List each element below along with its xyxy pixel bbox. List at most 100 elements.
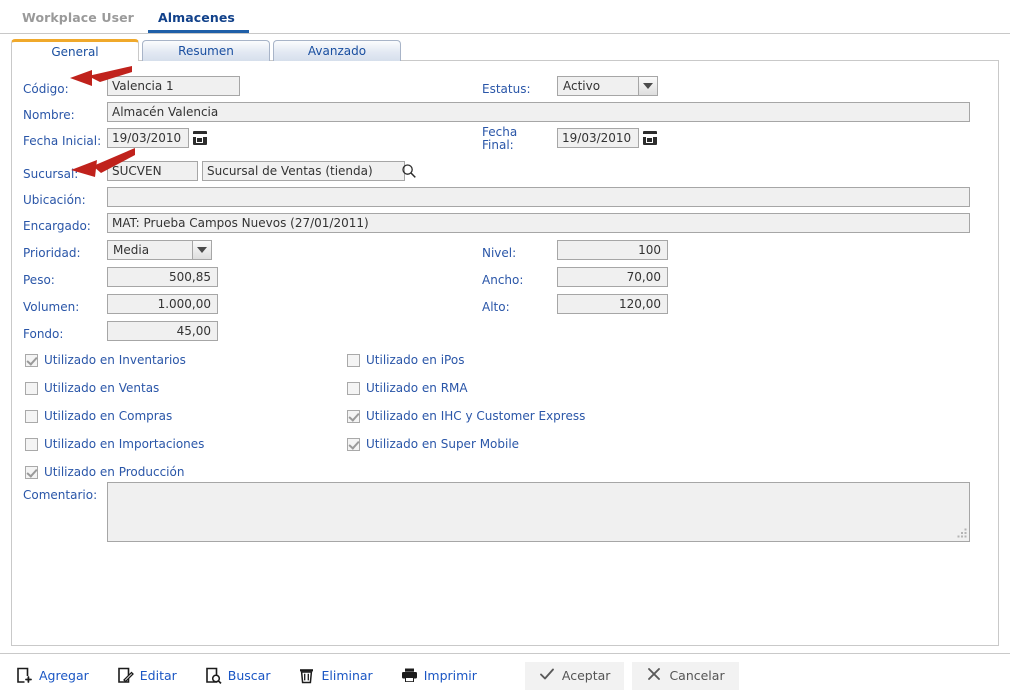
imprimir-label: Imprimir — [424, 668, 477, 683]
checkbox-utilizado-en-importaciones[interactable]: Utilizado en Importaciones — [25, 437, 204, 451]
checkbox-label: Utilizado en RMA — [366, 381, 468, 395]
checkbox-box — [25, 354, 38, 367]
checkbox-label: Utilizado en Ventas — [44, 381, 159, 395]
calendar-icon-fecha-inicial[interactable] — [193, 131, 207, 145]
checkbox-box — [347, 354, 360, 367]
trash-icon — [298, 667, 315, 684]
checkbox-label: Utilizado en iPos — [366, 353, 464, 367]
editar-button[interactable]: Editar — [113, 662, 189, 690]
search-icon[interactable] — [401, 163, 417, 179]
buscar-button[interactable]: Buscar — [201, 662, 283, 690]
checkbox-box — [347, 438, 360, 451]
edit-pencil-icon — [117, 667, 134, 684]
peso-label: Peso: — [23, 273, 55, 287]
encargado-label: Encargado: — [23, 219, 91, 233]
chevron-down-icon — [638, 77, 657, 95]
tab-general-label: General — [51, 45, 98, 59]
estatus-label: Estatus: — [482, 82, 531, 96]
checkbox-label: Utilizado en Compras — [44, 409, 172, 423]
printer-icon — [401, 667, 418, 684]
checkbox-utilizado-en-super-mobile[interactable]: Utilizado en Super Mobile — [347, 437, 519, 451]
checkbox-box — [25, 438, 38, 451]
check-icon — [539, 666, 555, 685]
checkbox-box — [25, 410, 38, 423]
document-search-icon — [205, 667, 222, 684]
fecha-final-label-line2: Final: — [482, 138, 514, 152]
estatus-dropdown[interactable]: Activo — [557, 76, 658, 96]
agregar-label: Agregar — [39, 668, 89, 683]
checkbox-utilizado-en-rma[interactable]: Utilizado en RMA — [347, 381, 468, 395]
sucursal-name-input[interactable] — [202, 161, 405, 181]
breadcrumb-workplace-user[interactable]: Workplace User — [12, 12, 148, 34]
checkbox-label: Utilizado en Producción — [44, 465, 184, 479]
aceptar-button[interactable]: Aceptar — [525, 662, 625, 690]
tab-strip: General Resumen Avanzado — [11, 39, 999, 61]
aceptar-label: Aceptar — [562, 668, 611, 683]
checkbox-utilizado-en-ihc-customer-express[interactable]: Utilizado en IHC y Customer Express — [347, 409, 585, 423]
fecha-inicial-label: Fecha Inicial: — [23, 134, 101, 148]
sucursal-code-input[interactable] — [107, 161, 198, 181]
general-tab-panel: Código: Estatus: Activo Nombre: Fecha In… — [11, 60, 999, 646]
fecha-final-label-line1: Fecha — [482, 125, 517, 139]
fondo-label: Fondo: — [23, 327, 63, 341]
ubicacion-label: Ubicación: — [23, 193, 86, 207]
encargado-input[interactable] — [107, 213, 970, 233]
imprimir-button[interactable]: Imprimir — [397, 662, 489, 690]
codigo-input[interactable] — [107, 76, 240, 96]
tab-general[interactable]: General — [11, 39, 139, 61]
cancelar-label: Cancelar — [669, 668, 724, 683]
checkbox-label: Utilizado en Importaciones — [44, 437, 204, 451]
nombre-label: Nombre: — [23, 108, 75, 122]
estatus-value: Activo — [558, 79, 638, 93]
fecha-final-input[interactable] — [557, 128, 639, 148]
eliminar-button[interactable]: Eliminar — [294, 662, 384, 690]
codigo-label: Código: — [23, 82, 69, 96]
bottom-action-toolbar: Agregar Editar Buscar E — [0, 653, 1010, 697]
close-icon — [646, 666, 662, 685]
checkbox-utilizado-en-produccion[interactable]: Utilizado en Producción — [25, 465, 184, 479]
app-breadcrumb-bar: Workplace User Almacenes — [0, 0, 1010, 34]
tab-avanzado[interactable]: Avanzado — [273, 40, 401, 61]
agregar-button[interactable]: Agregar — [12, 662, 101, 690]
nivel-input[interactable] — [557, 240, 668, 260]
fondo-input[interactable] — [107, 321, 218, 341]
prioridad-value: Media — [108, 243, 192, 257]
volumen-input[interactable] — [107, 294, 218, 314]
add-document-icon — [16, 667, 33, 684]
nombre-input[interactable] — [107, 102, 970, 122]
checkbox-utilizado-en-ventas[interactable]: Utilizado en Ventas — [25, 381, 159, 395]
checkbox-utilizado-en-compras[interactable]: Utilizado en Compras — [25, 409, 172, 423]
breadcrumb-almacenes[interactable]: Almacenes — [148, 12, 249, 34]
editar-label: Editar — [140, 668, 177, 683]
checkbox-label: Utilizado en Inventarios — [44, 353, 186, 367]
chevron-down-icon-prioridad — [192, 241, 211, 259]
ubicacion-input[interactable] — [107, 187, 970, 207]
tab-avanzado-label: Avanzado — [308, 44, 366, 58]
peso-input[interactable] — [107, 267, 218, 287]
sucursal-label: Sucursal: — [23, 167, 78, 181]
tab-resumen[interactable]: Resumen — [142, 40, 270, 61]
checkbox-box — [25, 382, 38, 395]
buscar-label: Buscar — [228, 668, 271, 683]
prioridad-label: Prioridad: — [23, 246, 81, 260]
fecha-final-label: Fecha Final: — [482, 126, 517, 152]
checkbox-box — [347, 410, 360, 423]
checkbox-utilizado-en-ipos[interactable]: Utilizado en iPos — [347, 353, 464, 367]
tab-resumen-label: Resumen — [178, 44, 234, 58]
checkbox-utilizado-en-inventarios[interactable]: Utilizado en Inventarios — [25, 353, 186, 367]
comentario-textarea[interactable] — [107, 482, 970, 542]
checkbox-box — [25, 466, 38, 479]
comentario-label: Comentario: — [23, 488, 97, 502]
ancho-input[interactable] — [557, 267, 668, 287]
ancho-label: Ancho: — [482, 273, 523, 287]
checkbox-label: Utilizado en Super Mobile — [366, 437, 519, 451]
alto-input[interactable] — [557, 294, 668, 314]
calendar-icon-fecha-final[interactable] — [643, 131, 657, 145]
cancelar-button[interactable]: Cancelar — [632, 662, 738, 690]
prioridad-dropdown[interactable]: Media — [107, 240, 212, 260]
volumen-label: Volumen: — [23, 300, 79, 314]
checkbox-box — [347, 382, 360, 395]
fecha-inicial-input[interactable] — [107, 128, 189, 148]
nivel-label: Nivel: — [482, 246, 516, 260]
checkbox-label: Utilizado en IHC y Customer Express — [366, 409, 585, 423]
